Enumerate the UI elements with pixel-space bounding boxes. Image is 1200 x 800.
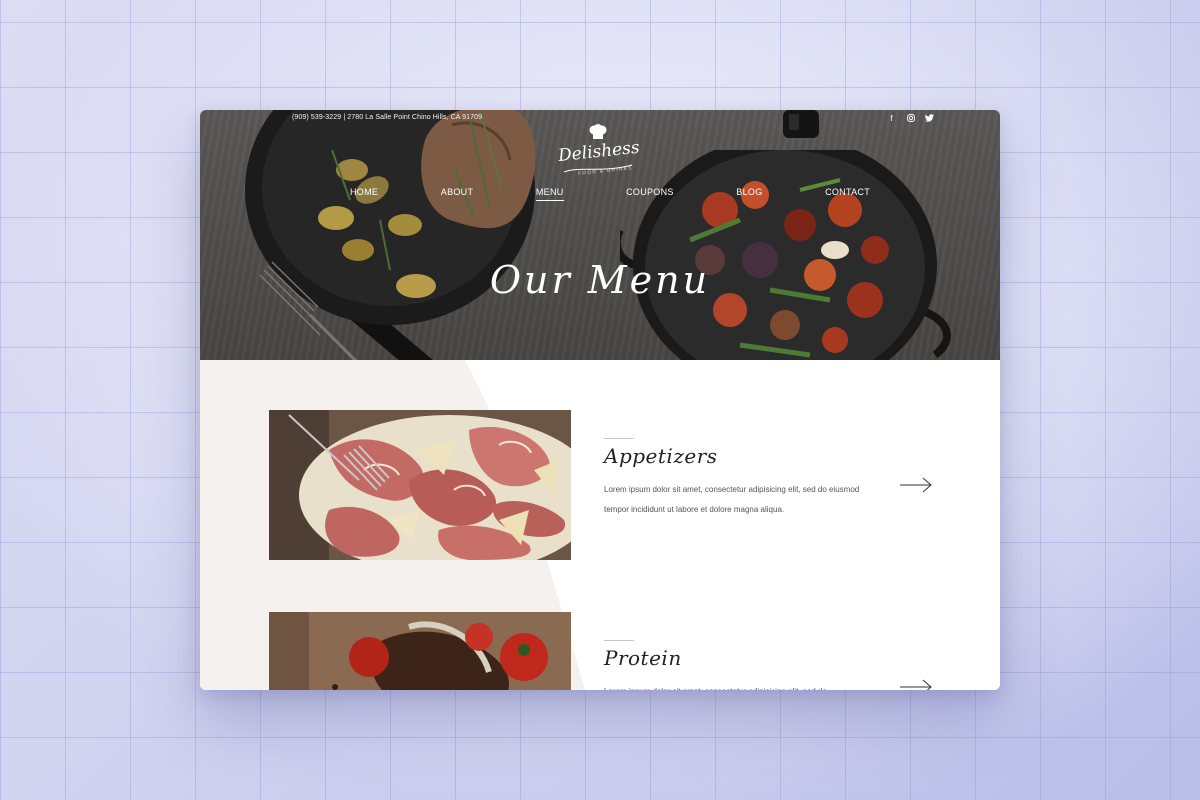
main-nav: HOME ABOUT MENU COUPONS BLOG CONTACT (350, 187, 870, 201)
hero-banner: (909) 539-3229 | 2780 La Salle Point Chi… (200, 110, 1000, 360)
nav-contact[interactable]: CONTACT (825, 187, 870, 201)
section-description: Lorem ipsum dolor sit amet, consectetur … (604, 485, 860, 514)
nav-blog[interactable]: BLOG (736, 187, 762, 201)
social-links: f (887, 114, 934, 125)
nav-home[interactable]: HOME (350, 187, 378, 201)
twitter-icon[interactable] (925, 114, 934, 125)
section-title[interactable]: Appetizers (604, 444, 718, 468)
contact-info: (909) 539-3229 | 2780 La Salle Point Chi… (292, 114, 483, 121)
protein-photo[interactable] (269, 612, 571, 690)
section-description: Lorem ipsum dolor sit amet, consectetur … (604, 682, 874, 690)
section-title[interactable]: Protein (604, 646, 682, 670)
arrow-right-icon[interactable] (899, 679, 933, 690)
page-title: Our Menu (489, 258, 711, 302)
brand-name: Delishess (557, 137, 641, 167)
nav-about[interactable]: ABOUT (441, 187, 474, 201)
browser-window: (909) 539-3229 | 2780 La Salle Point Chi… (200, 110, 1000, 690)
section-divider (604, 640, 634, 641)
instagram-icon[interactable] (906, 114, 915, 125)
appetizers-photo[interactable] (269, 410, 571, 560)
arrow-right-icon[interactable] (899, 477, 933, 493)
chef-hat-icon (589, 124, 607, 139)
site-logo[interactable]: Delishess FOOD & DRINKS (557, 124, 641, 184)
vegetable-pot-image (620, 150, 951, 360)
facebook-icon[interactable]: f (887, 114, 896, 125)
bottle-image (783, 110, 819, 138)
section-divider (604, 438, 634, 439)
menu-content: Appetizers Lorem ipsum dolor sit amet, c… (200, 360, 1000, 690)
nav-menu[interactable]: MENU (535, 187, 564, 201)
nav-coupons[interactable]: COUPONS (626, 187, 674, 201)
